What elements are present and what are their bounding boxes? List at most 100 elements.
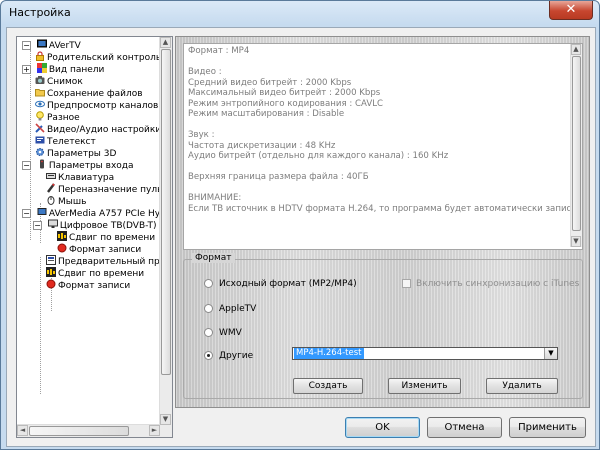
tree-horizontal-scrollbar[interactable]: ◄ ►: [17, 424, 160, 437]
radio-wmv[interactable]: WMV: [204, 326, 242, 340]
tree-item-label: Формат записи: [69, 245, 142, 255]
create-button[interactable]: Создать: [293, 378, 363, 394]
tree-item-remote-remap[interactable]: Переназначение пульт: [46, 183, 160, 195]
close-button[interactable]: ✕: [549, 1, 593, 20]
tree-item-device[interactable]: − AVerMedia A757 PCIe Hybric: [22, 207, 160, 219]
radio-appletv[interactable]: AppleTV: [204, 302, 256, 316]
tree-item-file-saving[interactable]: Сохранение файлов: [35, 87, 143, 99]
lock-icon: [36, 51, 44, 61]
expand-icon[interactable]: +: [22, 65, 31, 74]
checkbox-icon[interactable]: [402, 279, 411, 288]
keyboard-icon: [46, 173, 56, 179]
remote-icon: [39, 159, 44, 169]
edit-button[interactable]: Изменить: [388, 378, 461, 394]
tree-item-mouse[interactable]: Мышь: [46, 195, 86, 207]
tree-item-timeshift-dvb[interactable]: Сдвиг по времени: [57, 231, 155, 243]
scroll-down-icon[interactable]: ▼: [160, 414, 171, 425]
custom-format-select[interactable]: MP4-H.264-test ▼: [292, 347, 558, 360]
info-line: [188, 183, 568, 194]
teletext-icon: [35, 136, 45, 144]
camera-icon: [35, 76, 45, 84]
tree-vscroll-thumb[interactable]: [161, 49, 171, 375]
info-line: [188, 162, 568, 173]
scroll-up-icon[interactable]: ▲: [160, 37, 171, 48]
tree-item-label: Снимок: [47, 77, 83, 87]
scroll-up-icon[interactable]: ▲: [571, 44, 581, 55]
tv-icon: [36, 39, 47, 48]
radio-label: Другие: [219, 351, 254, 361]
tree-item-panel-view[interactable]: + Вид панели: [22, 63, 104, 75]
tree-item-label: Родительский контроль: [47, 53, 160, 63]
chevron-down-icon[interactable]: ▼: [544, 348, 557, 359]
tree-item-label: Сдвиг по времени: [58, 269, 145, 279]
preview-icon: [46, 255, 56, 265]
tree-item-channel-preview[interactable]: Предпросмотр каналов: [35, 99, 158, 111]
info-line: Звук :: [188, 130, 215, 140]
title-bar[interactable]: Настройка ✕: [1, 1, 599, 25]
scroll-right-icon[interactable]: ►: [149, 425, 160, 436]
info-line: Если ТВ источник в HDTV формата H.264, т…: [188, 203, 583, 214]
radio-original-format[interactable]: Исходный формат (MP2/MP4): [204, 277, 357, 291]
format-info-box[interactable]: Формат : MP4 Видео : Средний видео битрей…: [183, 43, 583, 250]
collapse-icon[interactable]: −: [22, 41, 31, 50]
scroll-left-icon[interactable]: ◄: [17, 425, 28, 436]
timeshift-icon: [46, 267, 56, 277]
tree-item-3d[interactable]: Параметры 3D: [35, 147, 116, 159]
info-line: Аудио битрейт (отдельно для каждого кана…: [188, 151, 449, 161]
tree-item-preview[interactable]: Предварительный прос: [46, 255, 160, 267]
tree-item-label: Клавиатура: [58, 173, 115, 183]
info-line: Режим энтропийного кодирования : CAVLC: [188, 98, 383, 109]
collapse-icon[interactable]: −: [22, 161, 31, 170]
radio-button-icon[interactable]: [204, 328, 213, 337]
scroll-down-icon[interactable]: ▼: [571, 236, 581, 247]
record-icon: [46, 279, 56, 289]
tree-item-teletext[interactable]: Телетекст: [35, 135, 96, 147]
tree-item-misc[interactable]: Разное: [35, 111, 80, 123]
collapse-icon[interactable]: −: [22, 209, 31, 218]
info-line: Режим масштабирования : Disable: [188, 109, 345, 119]
tree-item-record-format[interactable]: Формат записи: [46, 279, 130, 291]
tree-item-label: Переназначение пульт: [58, 185, 160, 195]
tree-hscroll-thumb[interactable]: [29, 426, 129, 436]
ok-button[interactable]: OK: [345, 417, 420, 438]
tree-item-record-format-dvb[interactable]: Формат записи: [57, 243, 141, 255]
info-scrollbar[interactable]: ▲ ▼: [570, 44, 582, 247]
tree-item-label: Формат записи: [58, 281, 131, 291]
select-value: MP4-H.264-test: [294, 348, 364, 359]
radio-button-icon[interactable]: [204, 279, 213, 288]
tree-vertical-scrollbar[interactable]: ▲ ▼: [159, 37, 172, 425]
tree-line: [40, 257, 41, 394]
radio-other[interactable]: Другие: [204, 349, 253, 363]
tree-item-label: Предпросмотр каналов: [47, 101, 159, 111]
info-line: [188, 120, 568, 131]
tree-item-parental-control[interactable]: Родительский контроль: [35, 51, 160, 63]
radio-button-icon[interactable]: [204, 304, 213, 313]
close-icon: ✕: [565, 2, 577, 17]
info-line: Верхняя граница размера файла : 40ГБ: [188, 172, 369, 182]
delete-button[interactable]: Удалить: [486, 378, 558, 394]
tree-item-label: Параметры входа: [48, 161, 134, 171]
collapse-icon[interactable]: −: [33, 221, 42, 230]
itunes-sync-checkbox[interactable]: Включить синхронизацию с iTunes: [402, 278, 579, 290]
tree-item-label: AVerMedia A757 PCIe Hybric: [48, 209, 160, 219]
scroll-corner: [160, 425, 172, 437]
cancel-button[interactable]: Отмена: [427, 417, 502, 438]
tree-item-snapshot[interactable]: Снимок: [35, 75, 83, 87]
tree-item-video-audio[interactable]: Видео/Аудио настройки: [35, 123, 160, 135]
tree-item-dvb-t[interactable]: − Цифровое ТВ(DVB-T): [33, 219, 157, 231]
tools-icon: [35, 123, 45, 133]
info-line: Частота дискретизации : 48 KHz: [188, 140, 336, 151]
tree-item-keyboard[interactable]: Клавиатура: [46, 171, 114, 183]
format-groupbox: Формат Исходный формат (MP2/MP4) Включит…: [183, 253, 583, 399]
settings-tree: − AVerTV Родительский контроль + Вид пан…: [16, 36, 173, 438]
window-title: Настройка: [9, 6, 71, 19]
settings-window: Настройка ✕ − AVerTV Родительский контро…: [0, 0, 600, 450]
info-scroll-thumb[interactable]: [572, 56, 581, 231]
apply-button[interactable]: Применить: [509, 417, 586, 438]
tree-item-input-settings[interactable]: − Параметры входа: [22, 159, 134, 171]
tree-item-label: Видео/Аудио настройки: [47, 125, 160, 135]
tree-item-timeshift[interactable]: Сдвиг по времени: [46, 267, 144, 279]
radio-button-selected-icon[interactable]: [204, 351, 213, 360]
tree-item-avertv[interactable]: − AVerTV: [22, 39, 81, 51]
format-legend: Формат: [192, 253, 235, 263]
